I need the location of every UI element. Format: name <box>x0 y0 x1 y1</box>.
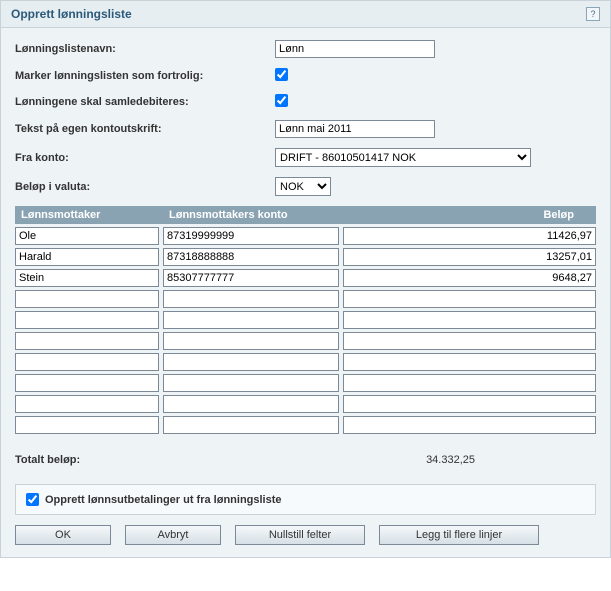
recipient-name-input[interactable] <box>15 290 159 308</box>
table-row <box>15 269 596 287</box>
collective-debit-checkbox[interactable] <box>275 94 288 107</box>
confidential-checkbox[interactable] <box>275 68 288 81</box>
recipient-name-input[interactable] <box>15 227 159 245</box>
table-row <box>15 290 596 308</box>
table-row <box>15 374 596 392</box>
recipient-name-input[interactable] <box>15 311 159 329</box>
recipient-account-input[interactable] <box>163 269 339 287</box>
amount-input[interactable] <box>343 374 596 392</box>
payees-grid: Lønnsmottaker Lønnsmottakers konto Beløp <box>15 206 596 434</box>
cancel-button[interactable]: Avbryt <box>125 525 221 545</box>
recipient-name-input[interactable] <box>15 395 159 413</box>
recipient-name-input[interactable] <box>15 416 159 434</box>
label-collective-debit: Lønningene skal samledebiteres: <box>15 96 275 108</box>
currency-select[interactable]: NOK <box>275 177 331 196</box>
row-collective-debit: Lønningene skal samledebiteres: <box>15 94 596 110</box>
help-icon[interactable]: ? <box>586 7 600 21</box>
recipient-name-input[interactable] <box>15 269 159 287</box>
add-lines-button[interactable]: Legg til flere linjer <box>379 525 539 545</box>
recipient-account-input[interactable] <box>163 395 339 413</box>
amount-input[interactable] <box>343 248 596 266</box>
table-row <box>15 311 596 329</box>
recipient-account-input[interactable] <box>163 248 339 266</box>
table-row <box>15 353 596 371</box>
row-statement-text: Tekst på egen kontoutskrift: <box>15 120 596 138</box>
amount-input[interactable] <box>343 227 596 245</box>
label-list-name: Lønningslistenavn: <box>15 43 275 55</box>
total-row: Totalt beløp: 34.332,25 <box>15 454 596 466</box>
statement-text-input[interactable] <box>275 120 435 138</box>
button-row: OK Avbryt Nullstill felter Legg til fler… <box>15 525 596 545</box>
amount-input[interactable] <box>343 311 596 329</box>
label-confidential: Marker lønningslisten som fortrolig: <box>15 70 275 82</box>
table-row <box>15 332 596 350</box>
recipient-account-input[interactable] <box>163 374 339 392</box>
amount-input[interactable] <box>343 416 596 434</box>
label-from-account: Fra konto: <box>15 152 275 164</box>
panel-header: Opprett lønningsliste ? <box>1 1 610 28</box>
col-header-recipient: Lønnsmottaker <box>15 209 163 221</box>
create-payments-checkbox[interactable] <box>26 493 39 506</box>
total-value: 34.332,25 <box>375 454 475 466</box>
amount-input[interactable] <box>343 395 596 413</box>
recipient-name-input[interactable] <box>15 353 159 371</box>
row-list-name: Lønningslistenavn: <box>15 40 596 58</box>
recipient-account-input[interactable] <box>163 290 339 308</box>
grid-header: Lønnsmottaker Lønnsmottakers konto Beløp <box>15 206 596 224</box>
table-row <box>15 395 596 413</box>
recipient-name-input[interactable] <box>15 248 159 266</box>
amount-input[interactable] <box>343 332 596 350</box>
table-row <box>15 416 596 434</box>
create-payments-label: Opprett lønnsutbetalinger ut fra lønning… <box>45 494 282 506</box>
from-account-select[interactable]: DRIFT - 86010501417 NOK <box>275 148 531 167</box>
create-payroll-panel: Opprett lønningsliste ? Lønningslistenav… <box>0 0 611 558</box>
recipient-name-input[interactable] <box>15 374 159 392</box>
table-row <box>15 227 596 245</box>
recipient-account-input[interactable] <box>163 353 339 371</box>
row-from-account: Fra konto: DRIFT - 86010501417 NOK <box>15 148 596 167</box>
label-currency: Beløp i valuta: <box>15 181 275 193</box>
reset-button[interactable]: Nullstill felter <box>235 525 365 545</box>
recipient-name-input[interactable] <box>15 332 159 350</box>
col-header-account: Lønnsmottakers konto <box>163 209 343 221</box>
recipient-account-input[interactable] <box>163 416 339 434</box>
create-payments-option: Opprett lønnsutbetalinger ut fra lønning… <box>15 484 596 515</box>
table-row <box>15 248 596 266</box>
ok-button[interactable]: OK <box>15 525 111 545</box>
row-confidential: Marker lønningslisten som fortrolig: <box>15 68 596 84</box>
list-name-input[interactable] <box>275 40 435 58</box>
amount-input[interactable] <box>343 269 596 287</box>
panel-body: Lønningslistenavn: Marker lønningslisten… <box>1 28 610 557</box>
recipient-account-input[interactable] <box>163 311 339 329</box>
total-label: Totalt beløp: <box>15 454 375 466</box>
recipient-account-input[interactable] <box>163 332 339 350</box>
col-header-amount: Beløp <box>343 209 596 221</box>
row-currency: Beløp i valuta: NOK <box>15 177 596 196</box>
label-statement-text: Tekst på egen kontoutskrift: <box>15 123 275 135</box>
page-title: Opprett lønningsliste <box>11 7 132 21</box>
recipient-account-input[interactable] <box>163 227 339 245</box>
amount-input[interactable] <box>343 290 596 308</box>
amount-input[interactable] <box>343 353 596 371</box>
